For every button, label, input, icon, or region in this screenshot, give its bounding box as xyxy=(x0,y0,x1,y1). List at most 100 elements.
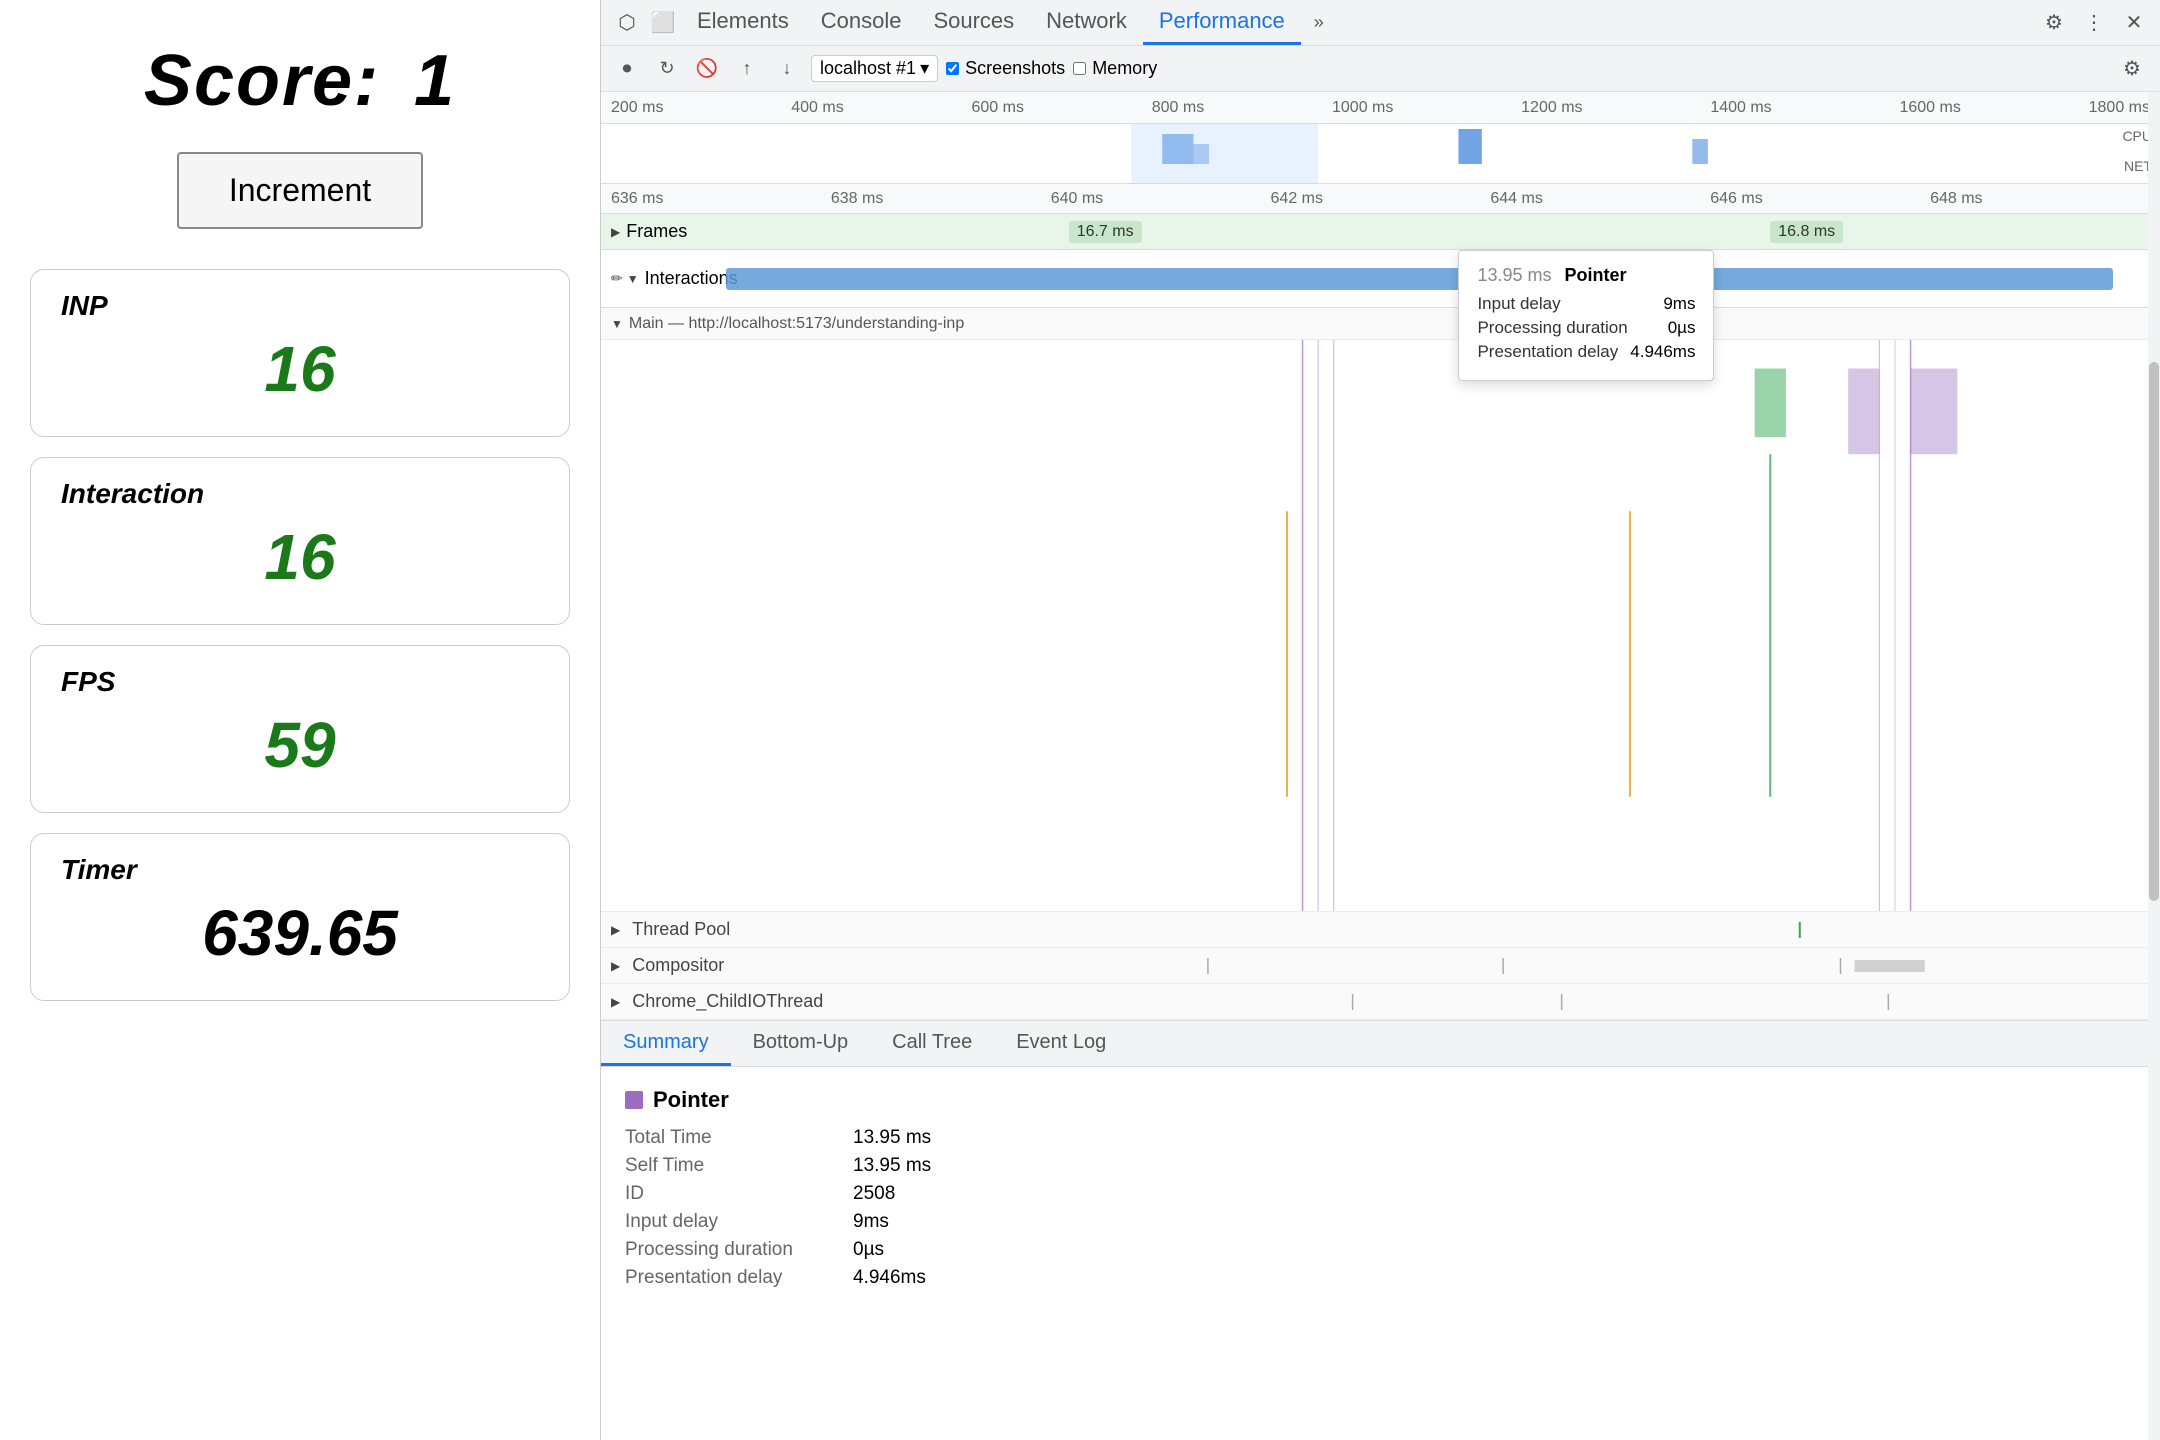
thread-pool-expand-icon[interactable]: ▶ xyxy=(611,923,620,937)
tab-network[interactable]: Network xyxy=(1030,0,1143,45)
download-button[interactable]: ↓ xyxy=(771,53,803,85)
fps-value: 59 xyxy=(61,708,539,782)
vertical-scrollbar[interactable] xyxy=(2148,92,2160,1440)
settings-icon[interactable]: ⚙ xyxy=(2036,5,2072,41)
interaction-label: Interaction xyxy=(61,478,539,510)
tooltip-presentation-val: 4.946ms xyxy=(1630,342,1695,362)
more-options-icon[interactable]: ⋮ xyxy=(2076,5,2112,41)
record-button[interactable]: ⏺ xyxy=(611,53,643,85)
tooltip-input-delay-val: 9ms xyxy=(1663,294,1695,314)
inp-value: 16 xyxy=(61,332,539,406)
chrome-io-expand-icon[interactable]: ▶ xyxy=(611,995,620,1009)
tooltip-processing-key: Processing duration xyxy=(1477,318,1627,338)
scrollbar-thumb[interactable] xyxy=(2149,362,2159,901)
timer-label: Timer xyxy=(61,854,539,886)
tab-sources[interactable]: Sources xyxy=(917,0,1030,45)
interaction-bar[interactable] xyxy=(726,268,2114,290)
left-panel: Score: 1 Increment INP 16 Interaction 16… xyxy=(0,0,600,1440)
tab-summary[interactable]: Summary xyxy=(601,1021,731,1066)
zm-644: 644 ms xyxy=(1490,190,1542,208)
summary-self-time: Self Time 13.95 ms xyxy=(625,1155,2136,1177)
memory-checkbox[interactable] xyxy=(1073,62,1086,75)
id-key: ID xyxy=(625,1183,845,1205)
memory-checkbox-area[interactable]: Memory xyxy=(1073,58,1157,79)
capture-settings-icon[interactable]: ⚙ xyxy=(2114,51,2150,87)
chrome-io-label: Chrome_ChildIOThread xyxy=(632,991,823,1012)
tooltip-input-delay-key: Input delay xyxy=(1477,294,1560,314)
zm-646: 646 ms xyxy=(1710,190,1762,208)
tab-event-log[interactable]: Event Log xyxy=(994,1021,1128,1066)
tab-performance[interactable]: Performance xyxy=(1143,0,1301,45)
close-icon[interactable]: ✕ xyxy=(2116,5,2152,41)
reload-button[interactable]: ↻ xyxy=(651,53,683,85)
summary-pointer-header: Pointer xyxy=(625,1087,2136,1113)
pointer-label: Pointer xyxy=(653,1087,729,1113)
summary-total-time: Total Time 13.95 ms xyxy=(625,1127,2136,1149)
clear-button[interactable]: 🚫 xyxy=(691,53,723,85)
flame-chart-area[interactable] xyxy=(601,340,2160,912)
source-dropdown-icon: ▾ xyxy=(920,58,929,79)
track-row-chrome-io[interactable]: ▶ Chrome_ChildIOThread xyxy=(601,984,2160,1020)
score-display: Score: 1 xyxy=(144,40,456,122)
screenshots-label: Screenshots xyxy=(965,58,1065,79)
main-expand-icon[interactable]: ▼ xyxy=(611,317,623,331)
tab-elements[interactable]: Elements xyxy=(681,0,805,45)
frames-label: Frames xyxy=(626,221,687,242)
interactions-row[interactable]: ✏ ▼ Interactions 13.95 ms Pointer Input … xyxy=(601,250,2160,308)
screenshots-checkbox-area[interactable]: Screenshots xyxy=(946,58,1065,79)
tooltip-presentation-key: Presentation delay xyxy=(1477,342,1618,362)
interactions-label: Interactions xyxy=(645,268,738,289)
time-1000: 1000 ms xyxy=(1332,99,1393,117)
frames-row[interactable]: ▶ Frames 16.7 ms 16.8 ms xyxy=(601,214,2160,250)
summary-tabs: Summary Bottom-Up Call Tree Event Log xyxy=(601,1021,2160,1067)
cpu-net-area[interactable]: CPU NET xyxy=(601,124,2160,184)
score-label: Score: xyxy=(144,41,380,121)
self-time-key: Self Time xyxy=(625,1155,845,1177)
upload-button[interactable]: ↑ xyxy=(731,53,763,85)
time-800: 800 ms xyxy=(1152,99,1204,117)
track-row-thread-pool[interactable]: ▶ Thread Pool xyxy=(601,912,2160,948)
summary-input-delay: Input delay 9ms xyxy=(625,1211,2136,1233)
increment-button[interactable]: Increment xyxy=(177,152,423,229)
interaction-card: Interaction 16 xyxy=(30,457,570,625)
frames-expand-icon[interactable]: ▶ xyxy=(611,225,620,239)
zm-638: 638 ms xyxy=(831,190,883,208)
interaction-tooltip: 13.95 ms Pointer Input delay 9ms Process… xyxy=(1458,250,1714,381)
compositor-expand-icon[interactable]: ▶ xyxy=(611,959,620,973)
time-400: 400 ms xyxy=(791,99,843,117)
edit-icon: ✏ xyxy=(611,270,623,287)
summary-panel: Summary Bottom-Up Call Tree Event Log Po… xyxy=(601,1020,2160,1440)
device-icon[interactable]: ⬜ xyxy=(645,5,681,41)
screenshots-checkbox[interactable] xyxy=(946,62,959,75)
timer-card: Timer 639.65 xyxy=(30,833,570,1001)
interaction-value: 16 xyxy=(61,520,539,594)
tooltip-processing-row: Processing duration 0µs xyxy=(1477,318,1695,338)
time-200: 200 ms xyxy=(611,99,663,117)
devtools-panel: ⬡ ⬜ Elements Console Sources Network Per… xyxy=(600,0,2160,1440)
processing-duration-val: 0µs xyxy=(853,1239,884,1261)
presentation-delay-val: 4.946ms xyxy=(853,1267,926,1289)
zm-636: 636 ms xyxy=(611,190,663,208)
tooltip-header: 13.95 ms Pointer xyxy=(1477,265,1695,286)
tooltip-type: Pointer xyxy=(1565,265,1627,285)
track-row-compositor[interactable]: ▶ Compositor xyxy=(601,948,2160,984)
tooltip-input-delay-row: Input delay 9ms xyxy=(1477,294,1695,314)
tab-call-tree[interactable]: Call Tree xyxy=(870,1021,994,1066)
tab-console[interactable]: Console xyxy=(805,0,918,45)
input-delay-val: 9ms xyxy=(853,1211,889,1233)
time-1200: 1200 ms xyxy=(1521,99,1582,117)
devtools-content: 200 ms 400 ms 600 ms 800 ms 1000 ms 1200… xyxy=(601,92,2160,1440)
main-thread-header[interactable]: ▼ Main — http://localhost:5173/understan… xyxy=(601,308,2160,340)
compositor-track xyxy=(744,956,2150,976)
summary-processing-duration: Processing duration 0µs xyxy=(625,1239,2136,1261)
presentation-delay-key: Presentation delay xyxy=(625,1267,845,1289)
inspect-icon[interactable]: ⬡ xyxy=(609,5,645,41)
interactions-expand-icon[interactable]: ▼ xyxy=(627,272,639,286)
tab-bottom-up[interactable]: Bottom-Up xyxy=(731,1021,871,1066)
overview-time-ruler: 200 ms 400 ms 600 ms 800 ms 1000 ms 1200… xyxy=(601,92,2160,124)
score-value: 1 xyxy=(414,41,456,121)
thread-pool-track xyxy=(750,920,2150,940)
source-selector[interactable]: localhost #1 ▾ xyxy=(811,55,938,82)
pointer-color-icon xyxy=(625,1091,643,1109)
more-tabs-icon[interactable]: » xyxy=(1301,5,1337,41)
